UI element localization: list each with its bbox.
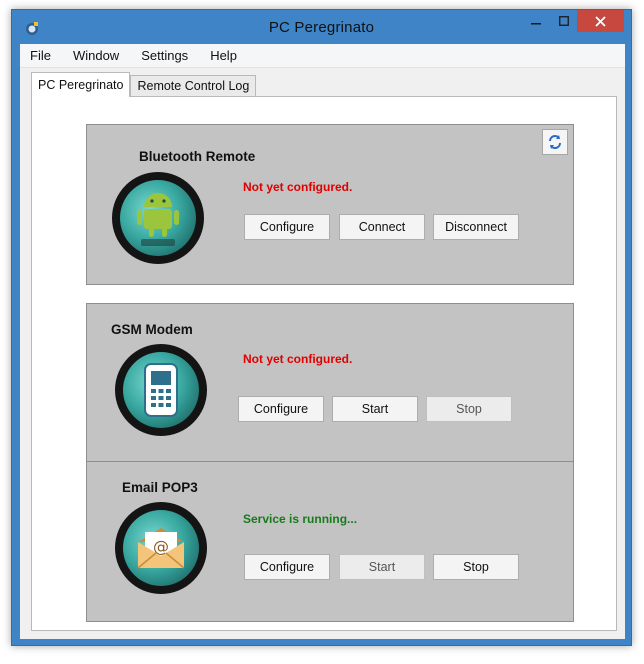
status-text: Not yet configured. [243, 352, 353, 366]
configure-button[interactable]: Configure [238, 396, 324, 422]
disconnect-button[interactable]: Disconnect [433, 214, 519, 240]
tab-remote-control-log[interactable]: Remote Control Log [130, 75, 257, 97]
card-title: Email POP3 [122, 480, 198, 495]
close-icon [595, 15, 606, 27]
configure-button[interactable]: Configure [244, 554, 330, 580]
mobile-phone-icon [144, 363, 178, 417]
start-button[interactable]: Start [339, 554, 425, 580]
minimize-button[interactable] [522, 10, 550, 32]
menu-settings[interactable]: Settings [139, 46, 190, 65]
menu-file[interactable]: File [28, 46, 53, 65]
app-window: PC Peregrinato File Window Settings Help… [11, 9, 632, 646]
card-title: GSM Modem [111, 322, 193, 337]
start-button[interactable]: Start [332, 396, 418, 422]
gsm-modem-card: GSM Modem Not yet configured. Configure … [86, 303, 574, 464]
stop-button[interactable]: Stop [433, 554, 519, 580]
maximize-button[interactable] [550, 10, 577, 32]
status-text: Not yet configured. [243, 180, 353, 194]
menu-help[interactable]: Help [208, 46, 239, 65]
envelope-icon-badge: @ [115, 502, 207, 594]
status-text: Service is running... [243, 512, 358, 526]
android-icon-badge [112, 172, 204, 264]
android-icon [137, 193, 179, 246]
connect-button[interactable]: Connect [339, 214, 425, 240]
close-button[interactable] [577, 10, 624, 32]
tab-panel: Bluetooth Remote Not yet configured. Con… [31, 96, 617, 631]
stop-button[interactable]: Stop [426, 396, 512, 422]
tab-pc-peregrinato[interactable]: PC Peregrinato [31, 72, 131, 97]
refresh-icon [549, 135, 561, 149]
bluetooth-remote-card: Bluetooth Remote Not yet configured. Con… [86, 124, 574, 285]
menu-window[interactable]: Window [71, 46, 121, 65]
configure-button[interactable]: Configure [244, 214, 330, 240]
card-title: Bluetooth Remote [139, 149, 256, 164]
menu-bar: File Window Settings Help [20, 44, 625, 68]
refresh-button[interactable] [542, 129, 568, 155]
tab-strip: PC Peregrinato Remote Control Log [31, 71, 257, 97]
title-bar[interactable]: PC Peregrinato [12, 10, 631, 44]
client-area: File Window Settings Help PC Peregrinato… [20, 44, 625, 639]
email-pop3-card: Email POP3 @ Service is running... Confi… [86, 461, 574, 622]
mobile-phone-icon-badge [115, 344, 207, 436]
envelope-icon: @ [137, 528, 185, 569]
